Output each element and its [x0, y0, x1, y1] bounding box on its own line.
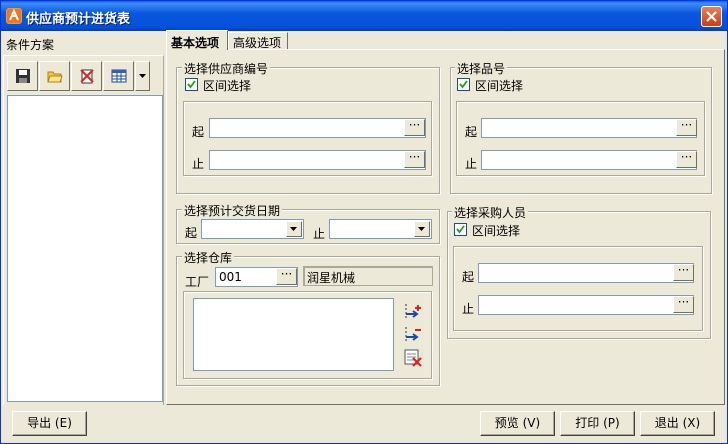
buyer-to-label: 止: [462, 302, 475, 316]
supplier-range-label: 区间选择: [203, 79, 252, 93]
supplier-from-lookup-button[interactable]: ···: [404, 119, 425, 136]
warehouse-group-title: 选择仓库: [182, 249, 235, 266]
product-range-checkbox[interactable]: [457, 78, 470, 91]
title-bar[interactable]: 供应商预计进货表: [1, 1, 727, 31]
buyer-range-label: 区间选择: [472, 224, 521, 238]
delivery-to-label: 止: [313, 227, 326, 241]
chevron-down-icon: [290, 227, 297, 231]
factory-lookup-button[interactable]: ···: [276, 268, 297, 285]
open-folder-icon: [47, 71, 63, 83]
buyer-group-title: 选择采购人员: [452, 204, 529, 221]
delivery-date-group-title: 选择预计交货日期: [182, 202, 283, 219]
export-button[interactable]: 导出 (E): [12, 411, 87, 436]
add-item-icon: [405, 304, 421, 318]
scheme-list[interactable]: [7, 95, 163, 402]
remove-warehouse-button[interactable]: [403, 325, 423, 345]
supplier-group-title: 选择供应商编号: [182, 60, 271, 77]
add-warehouse-button[interactable]: [403, 302, 423, 322]
product-from-lookup-button[interactable]: ···: [676, 119, 697, 136]
product-from-input[interactable]: [481, 118, 697, 138]
window-title: 供应商预计进货表: [26, 12, 131, 27]
tab-advanced-options[interactable]: 高级选项: [228, 32, 288, 50]
supplier-to-label: 止: [192, 157, 205, 171]
close-icon: [706, 11, 717, 22]
remove-item-icon: [405, 327, 421, 341]
toolbar-dropdown-button[interactable]: [135, 61, 150, 91]
buyer-range-box: [453, 246, 703, 331]
factory-label: 工厂: [185, 275, 210, 289]
buyer-range-checkbox[interactable]: [454, 223, 467, 236]
buyer-to-lookup-button[interactable]: ···: [673, 296, 694, 313]
dialog-window: 供应商预计进货表 条件方案 基本选项 高级选项 选择供应商编号 区间选择 起 ·…: [0, 0, 728, 444]
supplier-from-input[interactable]: [209, 118, 426, 138]
supplier-to-lookup-button[interactable]: ···: [404, 151, 425, 168]
open-scheme-button[interactable]: [39, 61, 70, 91]
product-range-label: 区间选择: [475, 79, 524, 93]
product-to-input[interactable]: [481, 150, 697, 170]
chevron-down-icon: [418, 227, 425, 231]
product-to-lookup-button[interactable]: ···: [676, 151, 697, 168]
check-icon: [187, 80, 196, 89]
scheme-panel-title: 条件方案: [6, 38, 55, 52]
product-to-label: 止: [465, 157, 478, 171]
delivery-from-date-select[interactable]: [201, 219, 304, 239]
chevron-down-icon: [139, 74, 146, 78]
tab-basic-options[interactable]: 基本选项: [166, 30, 228, 50]
print-button[interactable]: 打印 (P): [560, 411, 635, 436]
save-icon: [16, 69, 30, 83]
buyer-from-input[interactable]: [478, 263, 694, 283]
supplier-to-input[interactable]: [209, 150, 426, 170]
factory-name-display: 润星机械: [303, 266, 433, 286]
check-icon: [456, 225, 465, 234]
clear-list-icon: [404, 349, 422, 367]
close-button[interactable]: [701, 6, 722, 27]
product-group-title: 选择品号: [455, 60, 508, 77]
delete-scheme-button[interactable]: [71, 61, 102, 91]
app-icon: [6, 8, 22, 24]
preview-button[interactable]: 预览 (V): [480, 411, 555, 436]
delivery-to-dropdown-button[interactable]: [414, 221, 430, 237]
delivery-from-dropdown-button[interactable]: [286, 221, 302, 237]
supplier-from-label: 起: [192, 125, 205, 139]
supplier-range-checkbox[interactable]: [185, 78, 198, 91]
clear-warehouse-button[interactable]: [403, 348, 423, 368]
exit-button[interactable]: 退出 (X): [640, 411, 715, 436]
grid-icon: [111, 69, 127, 83]
warehouse-list[interactable]: [193, 298, 394, 371]
save-scheme-button[interactable]: [7, 61, 38, 91]
grid-view-button[interactable]: [103, 61, 134, 91]
buyer-to-input[interactable]: [478, 295, 694, 315]
delivery-to-date-select[interactable]: [329, 219, 432, 239]
buyer-from-label: 起: [462, 270, 475, 284]
product-from-label: 起: [465, 125, 478, 139]
delivery-from-label: 起: [185, 226, 198, 240]
check-icon: [459, 80, 468, 89]
scheme-toolbar: [7, 61, 150, 91]
delete-icon: [80, 69, 94, 84]
buyer-from-lookup-button[interactable]: ···: [673, 264, 694, 281]
